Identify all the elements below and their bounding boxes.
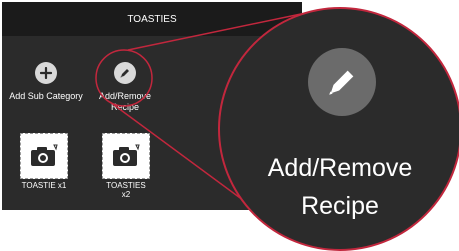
- pencil-icon: [308, 48, 376, 116]
- callout-label-line1: Add/Remove: [267, 154, 413, 182]
- highlight-ring: [95, 49, 153, 107]
- callout-magnifier: Add/Remove Recipe: [218, 7, 459, 251]
- callout-label: Add/Remove Recipe: [220, 149, 459, 225]
- callout-label-line2: Recipe: [301, 192, 379, 220]
